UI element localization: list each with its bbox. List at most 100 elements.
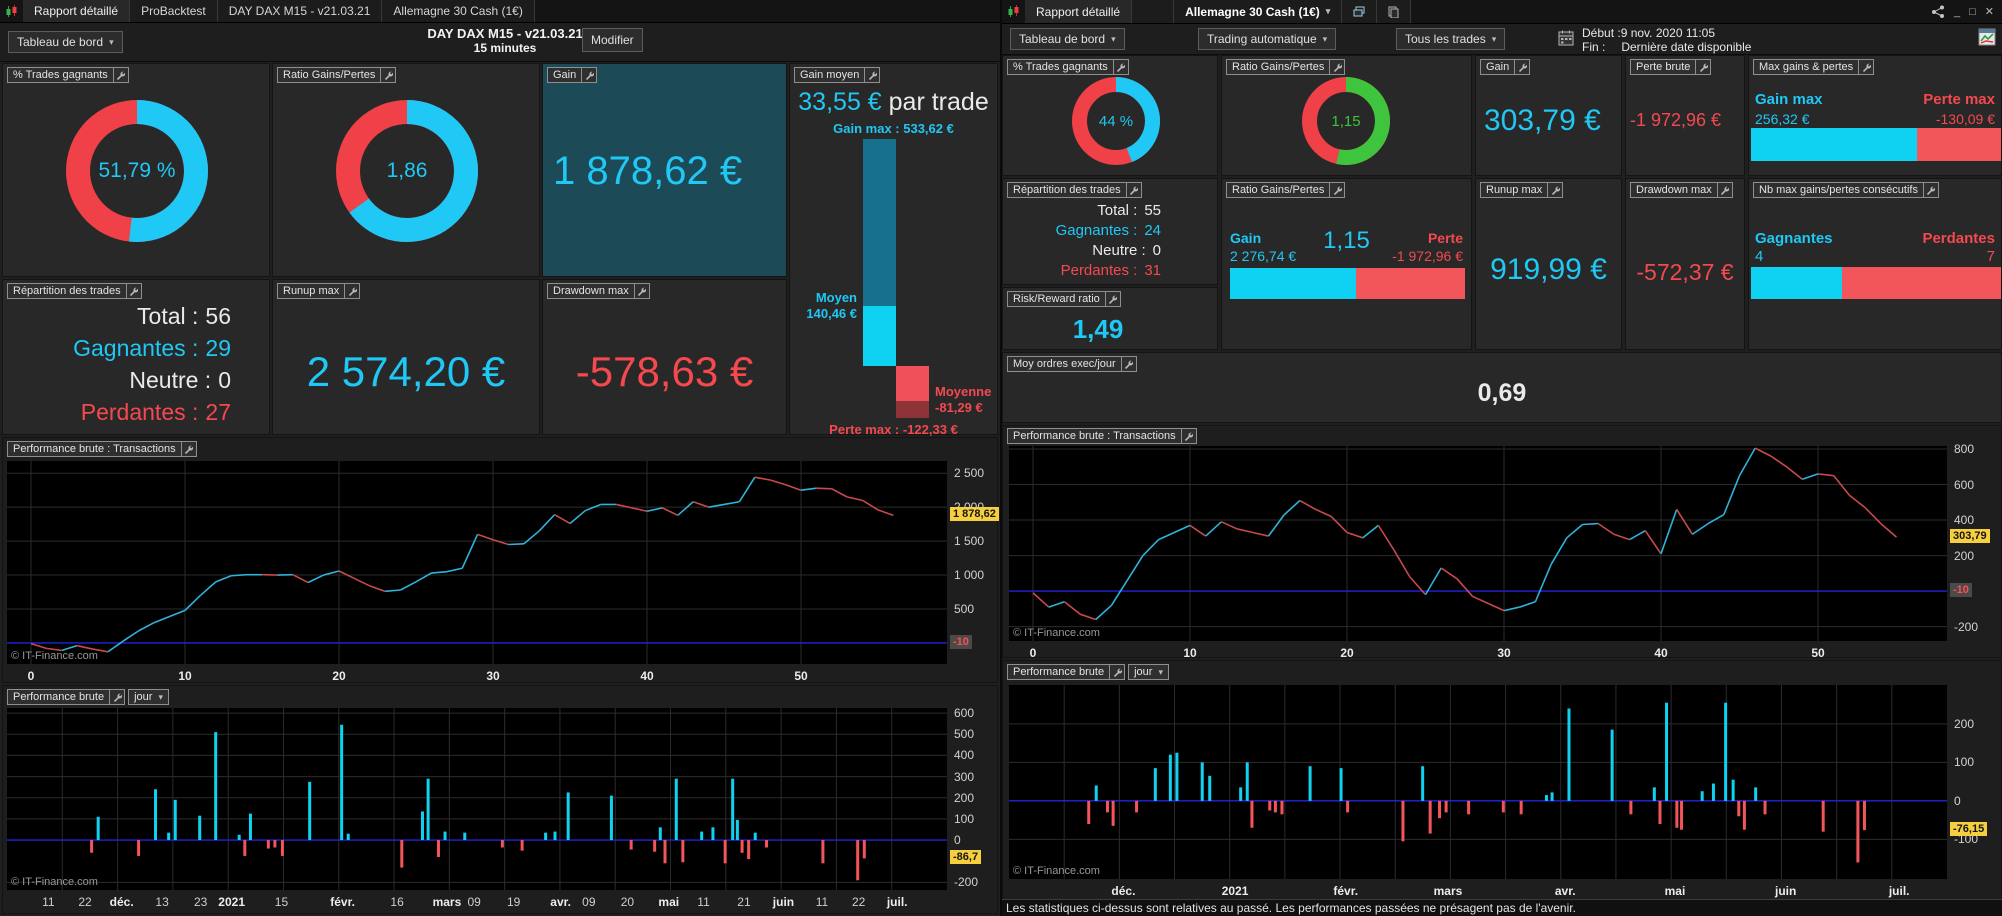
- card-runup-max: Runup max 919,99 €: [1475, 178, 1622, 350]
- daily-bars-chart[interactable]: © IT-Finance.com: [7, 708, 947, 890]
- wrench-icon[interactable]: [1114, 59, 1129, 75]
- wrench-icon[interactable]: [1548, 182, 1563, 198]
- wrench-icon[interactable]: [1330, 59, 1345, 75]
- chart-canvas: [1009, 685, 1947, 879]
- y-axis-label: 400: [1954, 513, 1974, 527]
- tab-probacktest[interactable]: ProBacktest: [130, 0, 218, 22]
- dashboard-dropdown[interactable]: Tableau de bord▾: [8, 31, 123, 53]
- copy-report-icon[interactable]: [1377, 0, 1411, 23]
- wrench-icon[interactable]: [1924, 182, 1939, 198]
- card-title: Gain moyen: [794, 67, 865, 83]
- tab-rapport-detaille[interactable]: Rapport détaillé: [1025, 0, 1132, 23]
- y-axis-label: 200: [1954, 717, 1974, 731]
- calendar-icon[interactable]: [1558, 30, 1574, 46]
- card-drawdown-max: Drawdown max -572,37 €: [1625, 178, 1745, 350]
- ratio-value: 1,15: [1331, 113, 1360, 130]
- y-axis-label: 1 000: [954, 568, 984, 582]
- period-dropdown[interactable]: jour▾: [128, 689, 169, 705]
- disclaimer-bar: Les statistiques ci-dessus sont relative…: [1002, 899, 2002, 916]
- watermark: © IT-Finance.com: [1013, 627, 1100, 639]
- chart-canvas: [1009, 446, 1947, 641]
- tab-day-dax-m15[interactable]: DAY DAX M15 - v21.03.21: [218, 0, 383, 22]
- x-axis-label: 21: [737, 895, 750, 909]
- winrate-value: 51,79 %: [98, 159, 175, 183]
- x-axis-label: 09: [582, 895, 595, 909]
- card-gain-moyen: Gain moyen 33,55 € par trade Gain max : …: [789, 63, 998, 435]
- y-axis-label: 2 500: [954, 466, 984, 480]
- perte-max-label: Perte max: [1923, 92, 1995, 108]
- wrench-icon[interactable]: [1122, 356, 1137, 372]
- wrench-icon[interactable]: [1696, 59, 1711, 75]
- minimize-icon[interactable]: _: [1954, 6, 1960, 18]
- card-title: Drawdown max: [547, 283, 635, 299]
- card-gain: Gain 1 878,62 €: [542, 63, 787, 277]
- wrench-icon[interactable]: [381, 67, 396, 83]
- moy-ordres-value: 0,69: [1003, 379, 2001, 408]
- chart-app-icon[interactable]: [1978, 28, 1996, 46]
- wrench-icon[interactable]: [865, 67, 880, 83]
- perte-max-label: Perte max : -122,33 €: [790, 422, 997, 438]
- wrench-icon[interactable]: [110, 689, 125, 705]
- tab-rapport-detaille[interactable]: Rapport détaillé: [23, 0, 130, 22]
- card-ratio-gains-pertes: Ratio Gains/Pertes 1,86: [272, 63, 540, 277]
- restore-window-icon[interactable]: [1342, 0, 1377, 23]
- wrench-icon[interactable]: [182, 441, 197, 457]
- x-axis-label: 22: [852, 895, 865, 909]
- share-icon[interactable]: [1931, 5, 1945, 18]
- card-perte-brute: Perte brute -1 972,96 €: [1625, 55, 1745, 176]
- drawdown-value: -578,63 €: [543, 348, 786, 396]
- wrench-icon[interactable]: [635, 283, 650, 299]
- trading-mode-dropdown[interactable]: Trading automatique▾: [1198, 28, 1336, 50]
- x-axis-label: 09: [467, 895, 480, 909]
- empty-tab[interactable]: [1132, 0, 1174, 23]
- chevron-down-icon: ▾: [1492, 34, 1497, 45]
- y-axis-label: 600: [954, 706, 974, 720]
- period-dropdown[interactable]: jour▾: [1128, 664, 1169, 680]
- winrate-value: 44 %: [1099, 113, 1133, 130]
- tab-bar-left: Rapport détaillé ProBacktest DAY DAX M15…: [0, 0, 1000, 23]
- wrench-icon[interactable]: [582, 67, 597, 83]
- wrench-icon[interactable]: [1127, 182, 1142, 198]
- card-ratio-gains-pertes: Ratio Gains/Pertes 1,15: [1221, 55, 1472, 176]
- wrench-icon[interactable]: [1859, 59, 1874, 75]
- card-title: Répartition des trades: [7, 283, 127, 299]
- candlestick-icon: [1002, 0, 1025, 23]
- x-axis-label: 11: [816, 895, 828, 909]
- wrench-icon[interactable]: [1515, 59, 1530, 75]
- equity-curve-chart[interactable]: © IT-Finance.com: [1009, 446, 1947, 641]
- chevron-down-icon: ▾: [1323, 34, 1328, 45]
- maximize-icon[interactable]: □: [1969, 6, 1976, 18]
- wrench-icon[interactable]: [127, 283, 142, 299]
- perte-bar-segment: [1842, 267, 2001, 299]
- card-title: % Trades gagnants: [7, 67, 114, 83]
- wrench-icon[interactable]: [1182, 428, 1197, 444]
- wrench-icon[interactable]: [114, 67, 129, 83]
- trades-filter-dropdown[interactable]: Tous les trades▾: [1396, 28, 1505, 50]
- wrench-icon[interactable]: [1110, 664, 1125, 680]
- instrument-dropdown[interactable]: Allemagne 30 Cash (1€)▾: [1174, 0, 1342, 23]
- dashboard-dropdown[interactable]: Tableau de bord▾: [1010, 28, 1125, 50]
- card-title: Risk/Reward ratio: [1007, 291, 1106, 307]
- tab-allemagne-30-cash[interactable]: Allemagne 30 Cash (1€): [382, 0, 534, 22]
- card-title: Répartition des trades: [1007, 182, 1127, 198]
- perdantes-value: 7: [1987, 249, 1995, 265]
- wrench-icon[interactable]: [345, 283, 360, 299]
- wrench-icon[interactable]: [1106, 291, 1121, 307]
- candlestick-icon: [0, 0, 23, 22]
- drawdown-value: -572,37 €: [1626, 259, 1744, 286]
- watermark: © IT-Finance.com: [11, 876, 98, 888]
- daily-bars-chart[interactable]: © IT-Finance.com: [1009, 685, 1947, 879]
- modify-button[interactable]: Modifier: [582, 28, 643, 52]
- close-icon[interactable]: ✕: [1985, 5, 1994, 18]
- zero-value-tag: -10: [1950, 583, 1972, 597]
- last-value-tag: -86,7: [950, 850, 981, 864]
- card-title: Performance brute: [7, 689, 110, 705]
- wrench-icon[interactable]: [1718, 182, 1733, 198]
- moyenne-label: Moyenne-81,29 €: [935, 384, 991, 416]
- chart-canvas: [7, 708, 947, 890]
- y-axis-label: 400: [954, 748, 974, 762]
- wrench-icon[interactable]: [1330, 182, 1345, 198]
- equity-curve-chart[interactable]: © IT-Finance.com: [7, 461, 947, 664]
- ratio-donut: 1,15: [1298, 73, 1394, 169]
- x-axis-label: juin: [773, 895, 794, 909]
